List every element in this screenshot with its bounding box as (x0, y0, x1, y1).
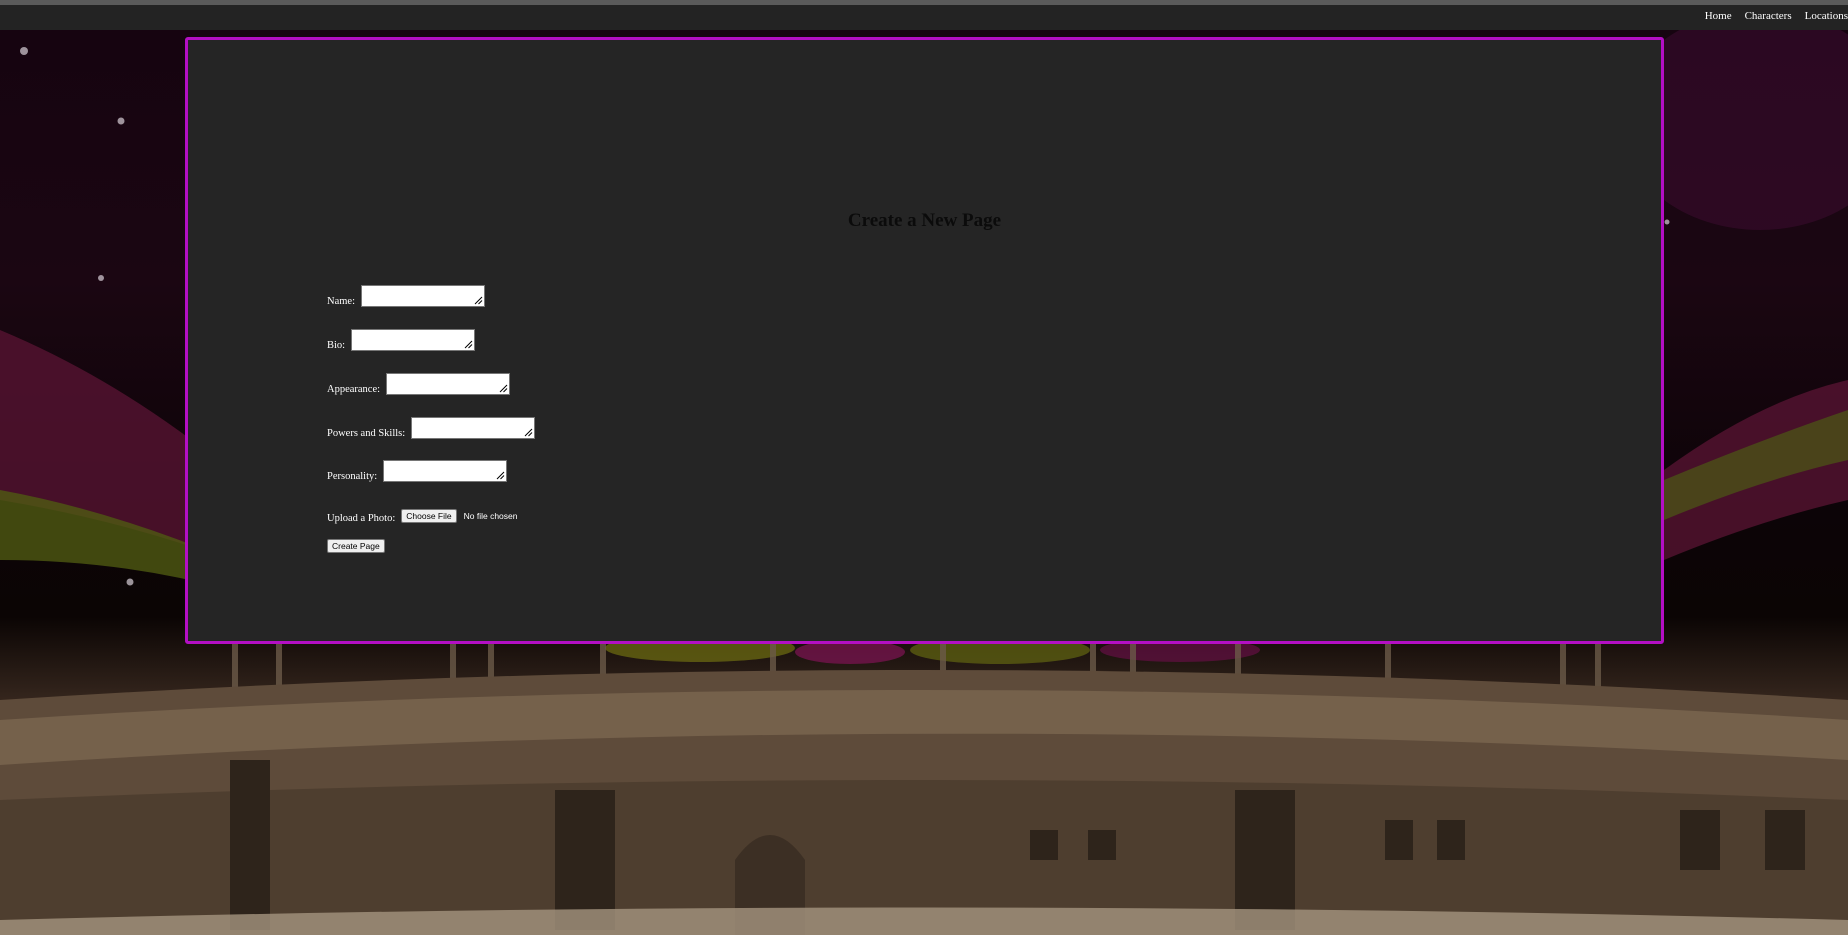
resize-grip-icon[interactable] (474, 296, 483, 305)
bio-label: Bio: (327, 340, 346, 351)
field-row-bio: Bio: (327, 329, 476, 351)
nav-menu: Home Characters Locations (1705, 10, 1848, 22)
main-panel: Create a New Page Name: Bio: Appearance:… (185, 37, 1664, 644)
nav-link-home[interactable]: Home (1705, 10, 1732, 22)
name-textarea[interactable] (361, 285, 485, 307)
powers-textarea[interactable] (411, 417, 536, 439)
file-status-text: No file chosen (463, 511, 518, 521)
choose-file-button[interactable]: Choose File (401, 509, 457, 523)
create-page-button[interactable]: Create Page (327, 539, 385, 553)
resize-grip-icon[interactable] (464, 340, 473, 349)
submit-row: Create Page (327, 536, 385, 554)
resize-grip-icon[interactable] (496, 471, 505, 480)
appearance-textarea[interactable] (386, 373, 511, 395)
personality-textarea[interactable] (383, 460, 508, 482)
powers-label: Powers and Skills: (327, 428, 406, 439)
field-row-upload: Upload a Photo: Choose File No file chos… (327, 506, 517, 524)
appearance-label: Appearance: (327, 384, 381, 395)
field-row-name: Name: (327, 285, 485, 307)
field-row-appearance: Appearance: (327, 373, 511, 395)
resize-grip-icon[interactable] (524, 428, 533, 437)
resize-grip-icon[interactable] (499, 384, 508, 393)
nav-link-locations[interactable]: Locations (1805, 10, 1848, 22)
field-row-personality: Personality: (327, 460, 508, 482)
page-title: Create a New Page (847, 210, 1002, 231)
top-nav-bar: Home Characters Locations (0, 0, 1848, 30)
personality-label: Personality: (327, 471, 378, 482)
nav-link-characters[interactable]: Characters (1745, 10, 1792, 22)
upload-label: Upload a Photo: (327, 513, 396, 524)
field-row-powers: Powers and Skills: (327, 417, 536, 439)
bio-textarea[interactable] (351, 329, 476, 351)
name-label: Name: (327, 296, 355, 307)
